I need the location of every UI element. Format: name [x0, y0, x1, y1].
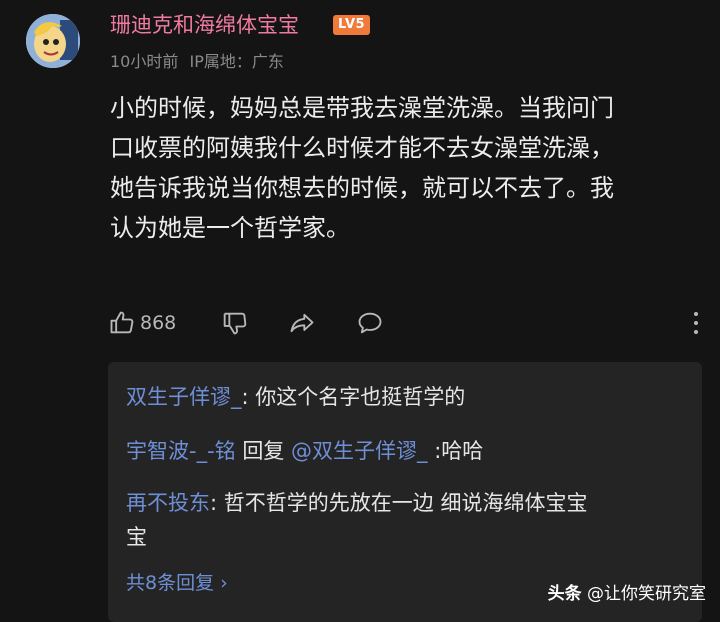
more-vertical-icon[interactable] — [686, 307, 706, 339]
reply-mention[interactable]: @双生子佯谬_ — [291, 439, 428, 463]
like-button[interactable]: 868 — [108, 305, 176, 341]
avatar[interactable] — [26, 14, 80, 68]
comment-icon — [358, 312, 382, 334]
post-meta: 10小时前 IP属地：广东 — [110, 50, 290, 74]
reply-text-continued: 宝 — [126, 525, 147, 549]
comment-button[interactable] — [356, 305, 384, 341]
reply-author[interactable]: 双生子佯谬_ — [126, 385, 242, 409]
reply-item[interactable]: 宇智波-_-铭 回复 @双生子佯谬_ :哈哈 — [126, 434, 696, 468]
thumbs-up-icon — [110, 311, 134, 334]
reply-separator: : — [427, 439, 442, 463]
watermark-brand: 头条 — [547, 584, 582, 604]
reply-author[interactable]: 再不投东 — [126, 491, 210, 515]
like-count: 868 — [140, 312, 177, 334]
reply-item[interactable]: 再不投东: 哲不哲学的先放在一边 细说海绵体宝宝 宝 — [126, 486, 696, 554]
reply-item[interactable]: 双生子佯谬_: 你这个名字也挺哲学的 — [126, 380, 696, 414]
content-line: 小的时候，妈妈总是带我去澡堂洗澡。当我问门 — [110, 94, 614, 122]
share-icon — [290, 313, 314, 333]
avatar-cartoon-icon — [26, 14, 80, 68]
reply-text: 哲不哲学的先放在一边 细说海绵体宝宝 — [223, 491, 588, 515]
reply-text: 你这个名字也挺哲学的 — [255, 385, 466, 409]
username[interactable]: 珊迪克和海绵体宝宝 — [110, 10, 299, 40]
reply-separator: : — [210, 491, 224, 515]
watermark: 头条 @让你笑研究室 — [548, 580, 706, 608]
post-content: 小的时候，妈妈总是带我去澡堂洗澡。当我问门 口收票的阿姨我什么时候才能不去女澡堂… — [110, 88, 700, 248]
content-line: 认为她是一个哲学家。 — [110, 214, 350, 242]
ip-location: IP属地：广东 — [189, 52, 284, 71]
more-replies-link[interactable]: 共8条回复 › — [126, 568, 228, 598]
reply-text: 哈哈 — [441, 439, 484, 463]
content-line: 她告诉我说当你想去的时候，就可以不去了。我 — [110, 174, 614, 202]
level-badge: LV5 — [333, 15, 371, 35]
content-line: 口收票的阿姨我什么时候才能不去女澡堂洗澡， — [110, 134, 614, 162]
thumbs-down-icon — [223, 312, 247, 335]
post-time: 10小时前 — [110, 52, 179, 71]
action-bar: 868 — [108, 305, 700, 341]
share-button[interactable] — [288, 305, 316, 341]
reply-action: 回复 — [235, 439, 292, 463]
reply-author[interactable]: 宇智波-_-铭 — [126, 439, 236, 463]
reply-separator: : — [241, 385, 256, 409]
dislike-button[interactable] — [220, 305, 248, 341]
watermark-handle: @让你笑研究室 — [581, 584, 706, 604]
